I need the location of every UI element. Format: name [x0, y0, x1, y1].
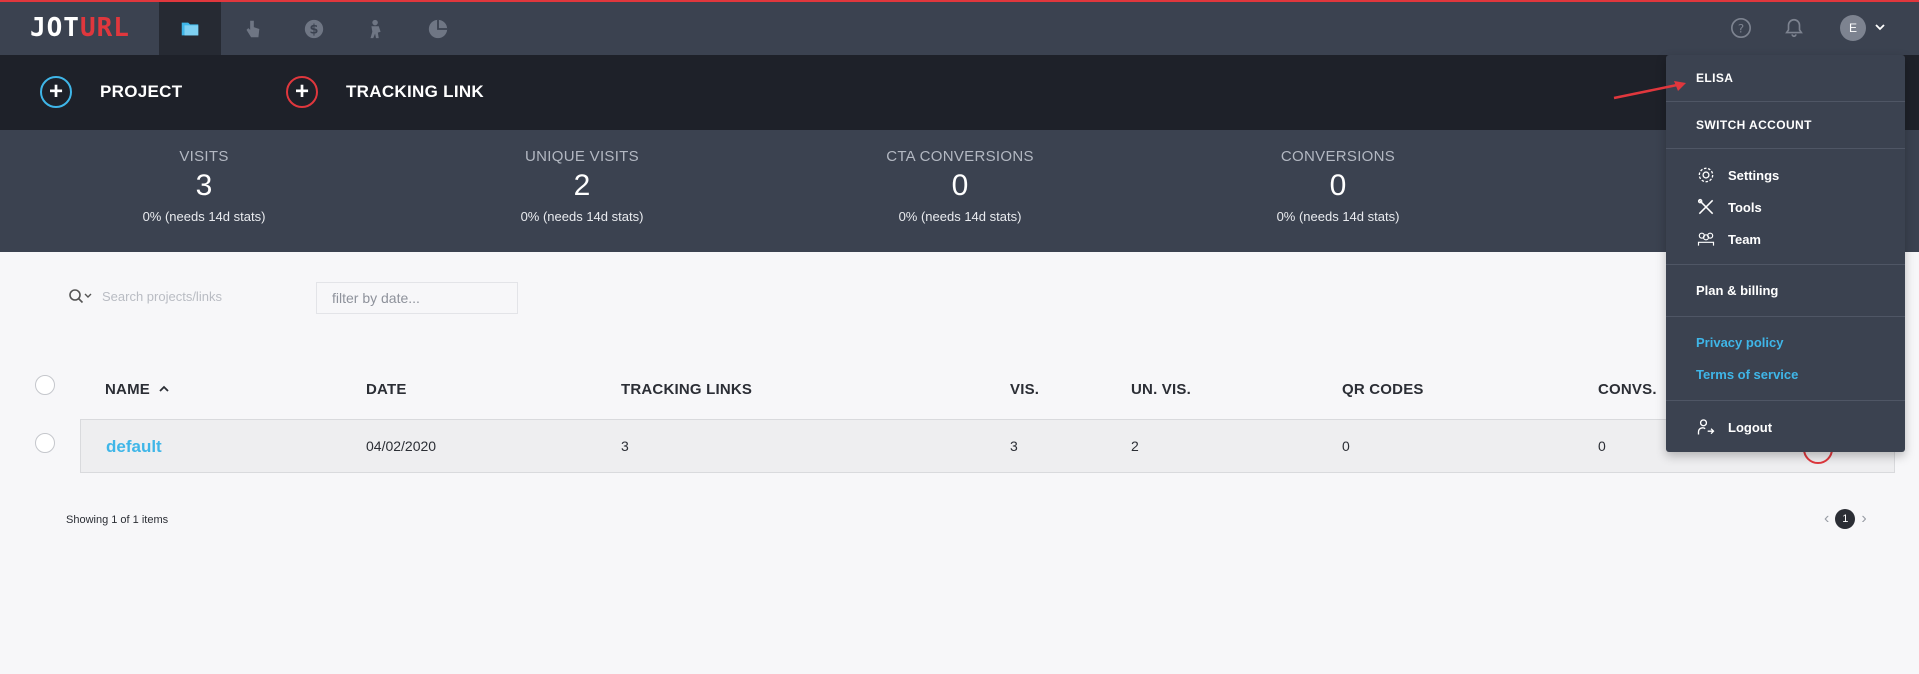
stat-unique-visits: UNIQUE VISITS 2 0% (needs 14d stats) [432, 148, 732, 224]
tools-icon [1697, 198, 1714, 215]
stats-bar: VISITS 3 0% (needs 14d stats) UNIQUE VIS… [0, 130, 1919, 252]
privacy-policy-link[interactable]: Privacy policy [1696, 335, 1783, 350]
stat-label: UNIQUE VISITS [525, 148, 639, 165]
stat-visits: VISITS 3 0% (needs 14d stats) [54, 148, 354, 224]
menu-item-label: Tools [1728, 199, 1762, 215]
stat-note: 0% (needs 14d stats) [1276, 209, 1400, 224]
joturl-logo[interactable]: JOTURL [30, 15, 130, 41]
stat-cta-conversions: CTA CONVERSIONS 0 0% (needs 14d stats) [810, 148, 1110, 224]
stat-label: VISITS [179, 148, 229, 165]
nav-people[interactable] [345, 2, 407, 55]
date-filter-input[interactable] [316, 282, 518, 314]
question-circle-icon: ? [1731, 18, 1751, 38]
header-label: NAME [105, 381, 150, 398]
dollar-icon: $ [304, 19, 324, 38]
menu-plan-billing[interactable]: Plan & billing [1696, 283, 1778, 298]
column-header-un-vis[interactable]: UN. VIS. [1131, 381, 1191, 398]
pagination-summary: Showing 1 of 1 items [66, 514, 169, 526]
hand-pointer-icon [246, 20, 260, 37]
menu-item-logout[interactable]: Logout [1696, 417, 1772, 437]
stat-note: 0% (needs 14d stats) [898, 209, 1022, 224]
stat-note: 0% (needs 14d stats) [520, 209, 644, 224]
cell-date: 04/02/2020 [366, 438, 437, 454]
pagination: ‹ 1 › [1824, 509, 1867, 529]
top-navbar: JOTURL $ ? E [0, 0, 1919, 55]
menu-switch-account[interactable]: SWITCH ACCOUNT [1696, 118, 1812, 132]
menu-item-settings[interactable]: Settings [1696, 165, 1779, 185]
menu-section-switch: SWITCH ACCOUNT [1666, 102, 1905, 149]
menu-section-legal: Privacy policy Terms of service [1666, 317, 1905, 401]
menu-item-label: Logout [1728, 419, 1773, 435]
menu-username[interactable]: ELISA [1696, 71, 1733, 85]
pie-chart-icon [428, 19, 448, 38]
svg-text:?: ? [1738, 22, 1744, 36]
notifications-button[interactable] [1782, 16, 1806, 40]
menu-item-tools[interactable]: Tools [1696, 197, 1762, 217]
column-header-name[interactable]: NAME [105, 381, 170, 398]
search-box [68, 288, 292, 304]
nav-tracking[interactable] [221, 2, 283, 55]
plus-icon: + [40, 76, 72, 108]
person-icon [370, 19, 381, 38]
annotation-arrow-icon [1613, 81, 1686, 100]
project-name-link[interactable]: default [106, 437, 162, 457]
stat-label: CTA CONVERSIONS [886, 148, 1034, 165]
cell-tracking-links: 3 [621, 438, 629, 454]
svg-text:$: $ [310, 22, 319, 37]
team-icon [1697, 232, 1715, 246]
account-menu: ELISA SWITCH ACCOUNT Settings Tools Team… [1666, 55, 1905, 452]
menu-item-label: Settings [1728, 167, 1780, 183]
chevron-down-icon[interactable] [1874, 20, 1886, 38]
nav-conversions[interactable]: $ [283, 2, 345, 55]
stat-value: 2 [573, 169, 591, 202]
create-project-label: PROJECT [100, 82, 183, 101]
stat-conversions: CONVERSIONS 0 0% (needs 14d stats) [1188, 148, 1488, 224]
column-header-convs[interactable]: CONVS. [1598, 381, 1657, 398]
bell-icon [1785, 18, 1803, 38]
table-row[interactable] [80, 419, 1895, 473]
chevron-right-icon[interactable]: › [1861, 510, 1866, 528]
cell-convs: 0 [1598, 438, 1606, 454]
folders-icon [181, 22, 199, 35]
column-header-vis[interactable]: VIS. [1010, 381, 1039, 398]
plus-icon: + [286, 76, 318, 108]
menu-item-label: Team [1728, 231, 1761, 247]
sort-ascending-icon [159, 385, 169, 392]
stat-value: 3 [195, 169, 213, 202]
stat-label: CONVERSIONS [1280, 148, 1396, 165]
stat-note: 0% (needs 14d stats) [142, 209, 266, 224]
create-tracking-link-label: TRACKING LINK [346, 82, 484, 101]
gear-icon [1698, 167, 1714, 183]
column-header-tracking-links[interactable]: TRACKING LINKS [621, 381, 752, 398]
avatar[interactable]: E [1840, 15, 1866, 41]
menu-section-billing: Plan & billing [1666, 265, 1905, 317]
stat-value: 0 [1329, 169, 1347, 202]
menu-item-team[interactable]: Team [1696, 229, 1761, 249]
row-checkbox[interactable] [35, 433, 55, 453]
cell-un-vis: 2 [1131, 438, 1139, 454]
nav-reports[interactable] [407, 2, 469, 55]
stat-value: 0 [951, 169, 969, 202]
search-icon[interactable] [68, 288, 94, 304]
logo-text-left: JOT [30, 13, 80, 43]
cell-vis: 3 [1010, 438, 1018, 454]
nav-projects[interactable] [159, 2, 221, 55]
select-all-checkbox[interactable] [35, 375, 55, 395]
create-tracking-link-button[interactable]: + TRACKING LINK [286, 75, 484, 109]
help-button[interactable]: ? [1729, 16, 1753, 40]
column-header-qr-codes[interactable]: QR CODES [1342, 381, 1424, 398]
logout-icon [1697, 419, 1715, 435]
page-number[interactable]: 1 [1835, 509, 1856, 529]
column-header-date[interactable]: DATE [366, 381, 407, 398]
search-input[interactable] [102, 288, 292, 304]
logo-text-right: URL [79, 13, 130, 43]
menu-section-user: ELISA [1666, 55, 1905, 102]
terms-of-service-link[interactable]: Terms of service [1696, 367, 1798, 382]
cell-qr-codes: 0 [1342, 438, 1350, 454]
menu-section-settings: Settings Tools Team [1666, 149, 1905, 265]
create-project-button[interactable]: + PROJECT [40, 75, 182, 109]
chevron-left-icon[interactable]: ‹ [1824, 510, 1829, 528]
